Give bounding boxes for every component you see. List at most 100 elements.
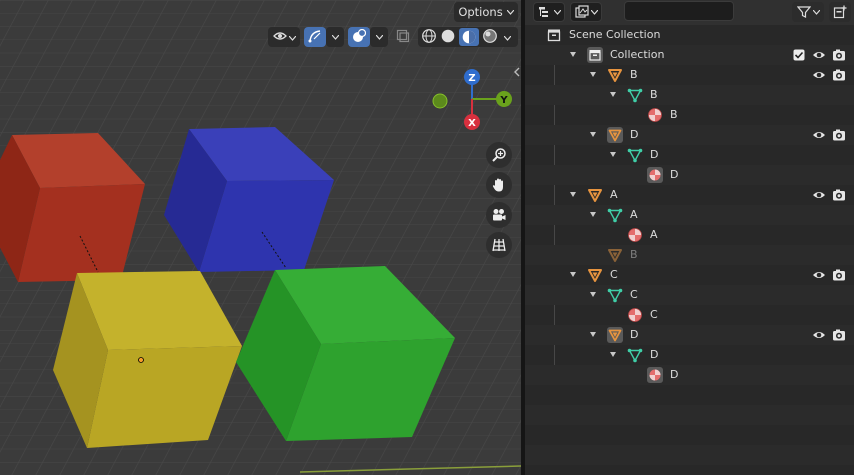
view-toggle-button[interactable]	[268, 27, 300, 47]
chevron-down-icon	[288, 31, 296, 44]
rendered-shading-icon[interactable]	[482, 28, 498, 47]
chevron-down-icon[interactable]	[570, 272, 576, 277]
camera-render-icon[interactable]	[832, 48, 846, 62]
display-mode-button[interactable]	[570, 2, 602, 22]
options-button[interactable]: Options	[454, 2, 518, 22]
outliner-row-label: B	[650, 88, 658, 101]
exclude-checkbox[interactable]	[793, 49, 807, 63]
chevron-down-icon[interactable]	[570, 192, 576, 197]
gizmo-dropdown[interactable]	[326, 27, 344, 47]
chevron-down-icon[interactable]	[590, 292, 596, 297]
material-icon	[627, 307, 643, 323]
orthographic-toggle-button[interactable]	[486, 232, 512, 258]
chevron-down-icon[interactable]	[610, 92, 616, 97]
navigation-gizmo[interactable]: Z Y X	[425, 64, 520, 136]
outliner-row-mesh[interactable]: D	[525, 345, 854, 365]
new-collection-button[interactable]	[829, 2, 851, 22]
outliner-row-mesh[interactable]: C	[525, 285, 854, 305]
eye-icon[interactable]	[812, 268, 826, 282]
outliner-row-label: D	[670, 368, 679, 381]
chevron-down-icon[interactable]	[590, 212, 596, 217]
solid-shading-icon[interactable]	[440, 28, 456, 47]
outliner-row-mesh[interactable]: B	[525, 85, 854, 105]
chevron-down-icon[interactable]	[570, 52, 576, 57]
outliner-row-object[interactable]: D	[525, 125, 854, 145]
y-axis-label: Y	[499, 95, 508, 106]
outliner-row-material[interactable]: B	[525, 105, 854, 125]
gizmo-toggle-button[interactable]	[304, 27, 326, 47]
shading-mode-group[interactable]	[418, 27, 518, 47]
outliner-tree[interactable]: Scene Collection Collection B B B D D D A A A B C C C D…	[525, 25, 854, 465]
negative-y-axis-handle[interactable]	[432, 93, 448, 109]
outliner-row-label: C	[630, 288, 638, 301]
camera-render-icon[interactable]	[832, 68, 846, 82]
camera-render-icon[interactable]	[832, 188, 846, 202]
filter-button[interactable]	[792, 2, 824, 22]
camera-view-button[interactable]	[486, 202, 512, 228]
outliner-row-label: D	[630, 128, 639, 141]
wireframe-shading-icon[interactable]	[421, 28, 437, 47]
chevron-down-icon	[331, 34, 339, 40]
material-icon	[647, 107, 663, 123]
3d-viewport[interactable]: Options Z Y X	[0, 0, 521, 475]
mesh-icon	[627, 147, 643, 163]
search-input[interactable]	[624, 1, 734, 21]
chevron-down-icon	[590, 9, 598, 15]
gizmo-icon	[308, 29, 322, 46]
eye-icon[interactable]	[812, 188, 826, 202]
outliner-row-material[interactable]: A	[525, 225, 854, 245]
object-icon	[587, 267, 603, 283]
outliner-row-object[interactable]: B	[525, 245, 854, 265]
outliner-row-material[interactable]: C	[525, 305, 854, 325]
overlay-icon	[352, 28, 367, 46]
options-label: Options	[458, 5, 503, 19]
outliner-row-object[interactable]: D	[525, 325, 854, 345]
outliner-row-material[interactable]: D	[525, 165, 854, 185]
chevron-down-icon	[503, 31, 512, 44]
chevron-down-icon[interactable]	[590, 332, 596, 337]
outliner-row-label: C	[650, 308, 658, 321]
outliner-row-scene[interactable]: Scene Collection	[525, 25, 854, 45]
chevron-down-icon[interactable]	[590, 72, 596, 77]
eye-icon[interactable]	[812, 328, 826, 342]
editor-type-button[interactable]	[533, 2, 565, 22]
material-shading-icon[interactable]	[459, 28, 479, 46]
hand-icon	[492, 178, 503, 192]
mesh-icon	[607, 207, 623, 223]
camera-render-icon[interactable]	[832, 328, 846, 342]
outliner-row-collection[interactable]: Collection	[525, 45, 854, 65]
outliner-empty-area[interactable]	[525, 385, 854, 465]
zoom-icon	[492, 148, 506, 162]
outliner-row-object[interactable]: B	[525, 65, 854, 85]
eye-icon[interactable]	[812, 68, 826, 82]
eye-icon[interactable]	[812, 128, 826, 142]
outliner-panel[interactable]: Scene Collection Collection B B B D D D A A A B C C C D…	[525, 0, 854, 475]
camera-render-icon[interactable]	[832, 128, 846, 142]
outliner-row-label: D	[650, 148, 659, 161]
eye-icon[interactable]	[812, 48, 826, 62]
empty-row	[525, 385, 854, 405]
outliner-row-mesh[interactable]: D	[525, 145, 854, 165]
view-layer-icon	[574, 5, 589, 18]
yellow-cube[interactable]	[53, 271, 242, 448]
overlay-dropdown[interactable]	[370, 27, 388, 47]
outliner-row-object[interactable]: A	[525, 185, 854, 205]
outliner-row-label: Collection	[610, 48, 665, 61]
chevron-down-icon[interactable]	[610, 352, 616, 357]
outliner-row-label: B	[670, 108, 678, 121]
outliner-row-label: B	[630, 68, 638, 81]
xray-toggle-button[interactable]	[392, 27, 414, 47]
camera-render-icon[interactable]	[832, 268, 846, 282]
pan-button[interactable]	[486, 172, 512, 198]
outliner-row-material[interactable]: D	[525, 365, 854, 385]
outliner-row-object[interactable]: C	[525, 265, 854, 285]
chevron-down-icon[interactable]	[590, 132, 596, 137]
chevron-down-icon	[812, 9, 820, 15]
mesh-icon	[627, 87, 643, 103]
overlay-toggle-button[interactable]	[348, 27, 370, 47]
outliner-row-mesh[interactable]: A	[525, 205, 854, 225]
chevron-down-icon[interactable]	[610, 152, 616, 157]
grid-icon	[492, 238, 506, 252]
object-icon	[607, 247, 623, 263]
zoom-button[interactable]	[486, 142, 512, 168]
